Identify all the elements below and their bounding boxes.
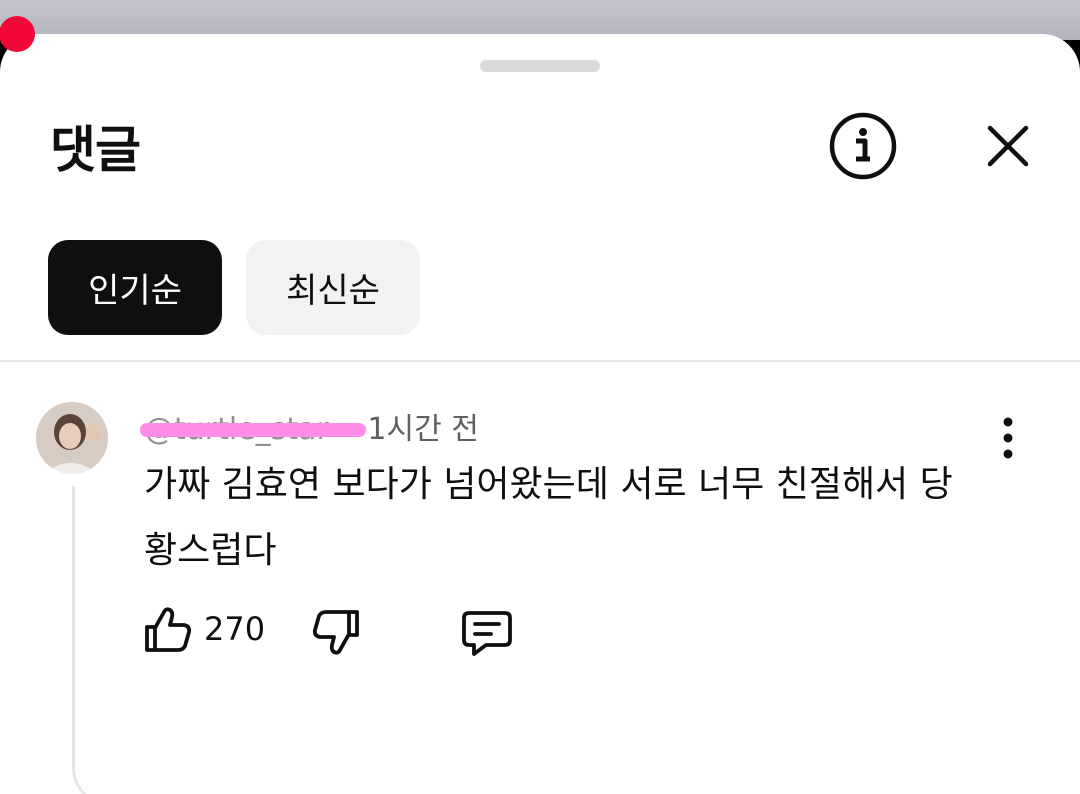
reply-button[interactable] — [460, 606, 514, 660]
avatar[interactable] — [36, 402, 108, 474]
close-icon — [987, 125, 1029, 167]
info-circle-icon — [829, 112, 897, 180]
comment-text: 가짜 김효연 보다가 넘어왔는데 서로 너무 친절해서 당황스럽다 — [144, 464, 953, 571]
thumbs-up-icon — [145, 607, 192, 652]
avatar-photo — [36, 402, 108, 474]
info-button[interactable] — [828, 111, 898, 181]
sort-chip-popular[interactable]: 인기순 — [48, 240, 222, 335]
thumbs-down-icon — [312, 610, 359, 655]
comment-time: 1시간 전 — [367, 412, 479, 447]
like-button[interactable] — [142, 604, 194, 656]
recording-indicator — [0, 16, 35, 52]
sort-chip-newest[interactable]: 최신순 — [246, 240, 420, 335]
reply-comment-icon — [462, 611, 512, 656]
comment-more-button[interactable] — [990, 414, 1026, 462]
username-redaction-mark — [140, 423, 366, 437]
header-divider — [0, 360, 1080, 362]
close-button[interactable] — [978, 116, 1038, 176]
comments-sheet: 댓글 인기순 최신순 @turtle_star · 1시간 전 — [0, 34, 1080, 794]
dislike-button[interactable] — [310, 606, 362, 658]
reply-thread-line — [72, 486, 112, 794]
sheet-title: 댓글 — [50, 121, 141, 179]
like-count: 270 — [204, 610, 266, 648]
more-vertical-icon — [1003, 417, 1013, 459]
drag-handle[interactable] — [480, 60, 600, 72]
